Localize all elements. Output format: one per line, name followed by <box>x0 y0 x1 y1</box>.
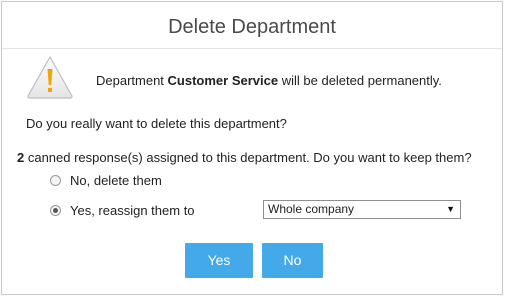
warning-suffix: will be deleted permanently. <box>278 73 442 88</box>
warning-triangle-icon <box>27 56 73 99</box>
canned-message: canned response(s) assigned to this depa… <box>24 150 472 165</box>
radio-delete[interactable] <box>50 175 61 186</box>
dialog-title: Delete Department <box>168 16 336 38</box>
warning-prefix: Department <box>96 73 168 88</box>
reassign-department-select[interactable]: Whole company ▼ <box>263 200 461 219</box>
dropdown-arrow-icon: ▼ <box>446 204 455 214</box>
radio-reassign[interactable] <box>50 205 61 216</box>
option-delete[interactable]: No, delete them <box>50 173 162 188</box>
title-divider <box>2 48 502 49</box>
department-name: Customer Service <box>167 73 279 88</box>
option-reassign[interactable]: Yes, reassign them to <box>50 203 195 218</box>
select-value: Whole company <box>268 202 355 216</box>
confirm-question: Do you really want to delete this depart… <box>26 116 287 131</box>
option-delete-label: No, delete them <box>70 173 162 188</box>
delete-warning-text: Department Customer Service will be dele… <box>96 73 442 88</box>
yes-button[interactable]: Yes <box>185 243 253 278</box>
option-reassign-label: Yes, reassign them to <box>70 203 195 218</box>
delete-department-dialog: Delete Department Department Customer Se… <box>1 1 503 295</box>
canned-responses-text: 2 canned response(s) assigned to this de… <box>17 150 472 165</box>
no-button[interactable]: No <box>262 243 323 278</box>
